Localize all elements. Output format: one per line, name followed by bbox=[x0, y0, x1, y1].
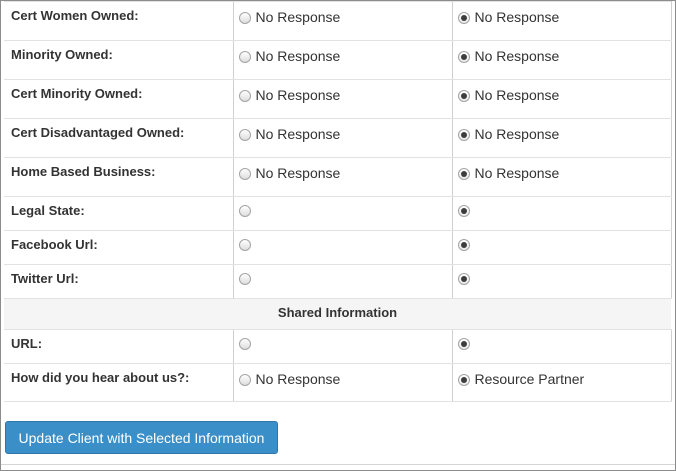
field-label: Cert Disadvantaged Owned: bbox=[4, 118, 233, 158]
table-row: Home Based Business: No Response No Resp… bbox=[4, 157, 672, 197]
radio-left[interactable] bbox=[238, 205, 251, 217]
left-option[interactable] bbox=[232, 329, 452, 364]
field-label: How did you hear about us?: bbox=[4, 363, 233, 402]
radio-left[interactable] bbox=[238, 273, 251, 285]
left-option-text: No Response bbox=[255, 48, 341, 64]
left-option[interactable]: No Response bbox=[232, 118, 452, 158]
table-row: Cert Minority Owned: No Response No Resp… bbox=[4, 79, 672, 119]
radio-right[interactable] bbox=[457, 168, 470, 180]
right-option-text: No Response bbox=[474, 126, 560, 142]
comparison-table: Cert Women Owned: No Response No Respons… bbox=[4, 1, 672, 402]
field-label: Twitter Url: bbox=[4, 264, 233, 299]
left-option[interactable]: No Response bbox=[232, 1, 452, 41]
radio-right[interactable] bbox=[457, 51, 470, 63]
radio-right[interactable] bbox=[457, 205, 470, 217]
radio-left[interactable] bbox=[238, 129, 251, 141]
merge-client-panel: Cert Women Owned: No Response No Respons… bbox=[0, 0, 676, 471]
radio-right[interactable] bbox=[457, 90, 470, 102]
table-row: Minority Owned: No Response No Response bbox=[4, 40, 672, 80]
radio-right[interactable] bbox=[457, 338, 470, 350]
right-option[interactable]: No Response bbox=[451, 157, 672, 197]
left-option[interactable]: No Response bbox=[232, 157, 452, 197]
table-row: Cert Disadvantaged Owned: No Response No… bbox=[4, 118, 672, 158]
radio-right[interactable] bbox=[457, 239, 470, 251]
table-row: Legal State: bbox=[4, 196, 672, 231]
right-option-text: No Response bbox=[474, 165, 560, 181]
left-option[interactable]: No Response bbox=[232, 40, 452, 80]
radio-left[interactable] bbox=[238, 168, 251, 180]
left-option-text: No Response bbox=[255, 126, 341, 142]
right-option[interactable]: No Response bbox=[451, 118, 672, 158]
field-label: Cert Minority Owned: bbox=[4, 79, 233, 119]
table-row: Twitter Url: bbox=[4, 264, 672, 299]
radio-right[interactable] bbox=[457, 129, 470, 141]
left-option[interactable]: No Response bbox=[232, 363, 452, 402]
radio-right[interactable] bbox=[457, 12, 470, 24]
right-option[interactable] bbox=[451, 230, 672, 265]
left-option-text: No Response bbox=[255, 9, 341, 25]
field-label: Facebook Url: bbox=[4, 230, 233, 265]
section-header-row: Shared Information bbox=[4, 298, 671, 330]
field-label: Legal State: bbox=[4, 196, 233, 231]
right-option[interactable] bbox=[451, 196, 672, 231]
left-option-text: No Response bbox=[255, 371, 341, 387]
left-option[interactable] bbox=[232, 196, 452, 231]
field-label: Home Based Business: bbox=[4, 157, 233, 197]
left-option-text: No Response bbox=[255, 87, 341, 103]
right-option-text: No Response bbox=[474, 87, 560, 103]
radio-right[interactable] bbox=[457, 273, 470, 285]
field-label: URL: bbox=[4, 329, 233, 364]
right-option-text: Resource Partner bbox=[474, 371, 585, 387]
table-row: URL: bbox=[4, 329, 672, 364]
field-label: Minority Owned: bbox=[4, 40, 233, 80]
table-row: Cert Women Owned: No Response No Respons… bbox=[4, 1, 672, 41]
right-option[interactable] bbox=[451, 329, 672, 364]
radio-left[interactable] bbox=[238, 90, 251, 102]
radio-left[interactable] bbox=[238, 51, 251, 63]
right-option[interactable]: Resource Partner bbox=[451, 363, 672, 402]
right-option-text: No Response bbox=[474, 48, 560, 64]
field-label: Cert Women Owned: bbox=[4, 1, 233, 41]
right-option[interactable]: No Response bbox=[451, 79, 672, 119]
right-option[interactable]: No Response bbox=[451, 40, 672, 80]
update-client-button[interactable]: Update Client with Selected Information bbox=[5, 421, 278, 454]
right-option[interactable] bbox=[451, 264, 672, 299]
table-row: How did you hear about us?: No Response … bbox=[4, 363, 672, 402]
left-option[interactable] bbox=[232, 264, 452, 299]
left-option-text: No Response bbox=[255, 165, 341, 181]
radio-left[interactable] bbox=[238, 239, 251, 251]
divider bbox=[1, 464, 675, 465]
section-title: Shared Information bbox=[4, 298, 671, 330]
right-option[interactable]: No Response bbox=[451, 1, 672, 41]
right-option-text: No Response bbox=[474, 9, 560, 25]
table-row: Facebook Url: bbox=[4, 230, 672, 265]
radio-left[interactable] bbox=[238, 338, 251, 350]
radio-left[interactable] bbox=[238, 12, 251, 24]
left-option[interactable]: No Response bbox=[232, 79, 452, 119]
radio-right[interactable] bbox=[457, 374, 470, 386]
left-option[interactable] bbox=[232, 230, 452, 265]
radio-left[interactable] bbox=[238, 374, 251, 386]
